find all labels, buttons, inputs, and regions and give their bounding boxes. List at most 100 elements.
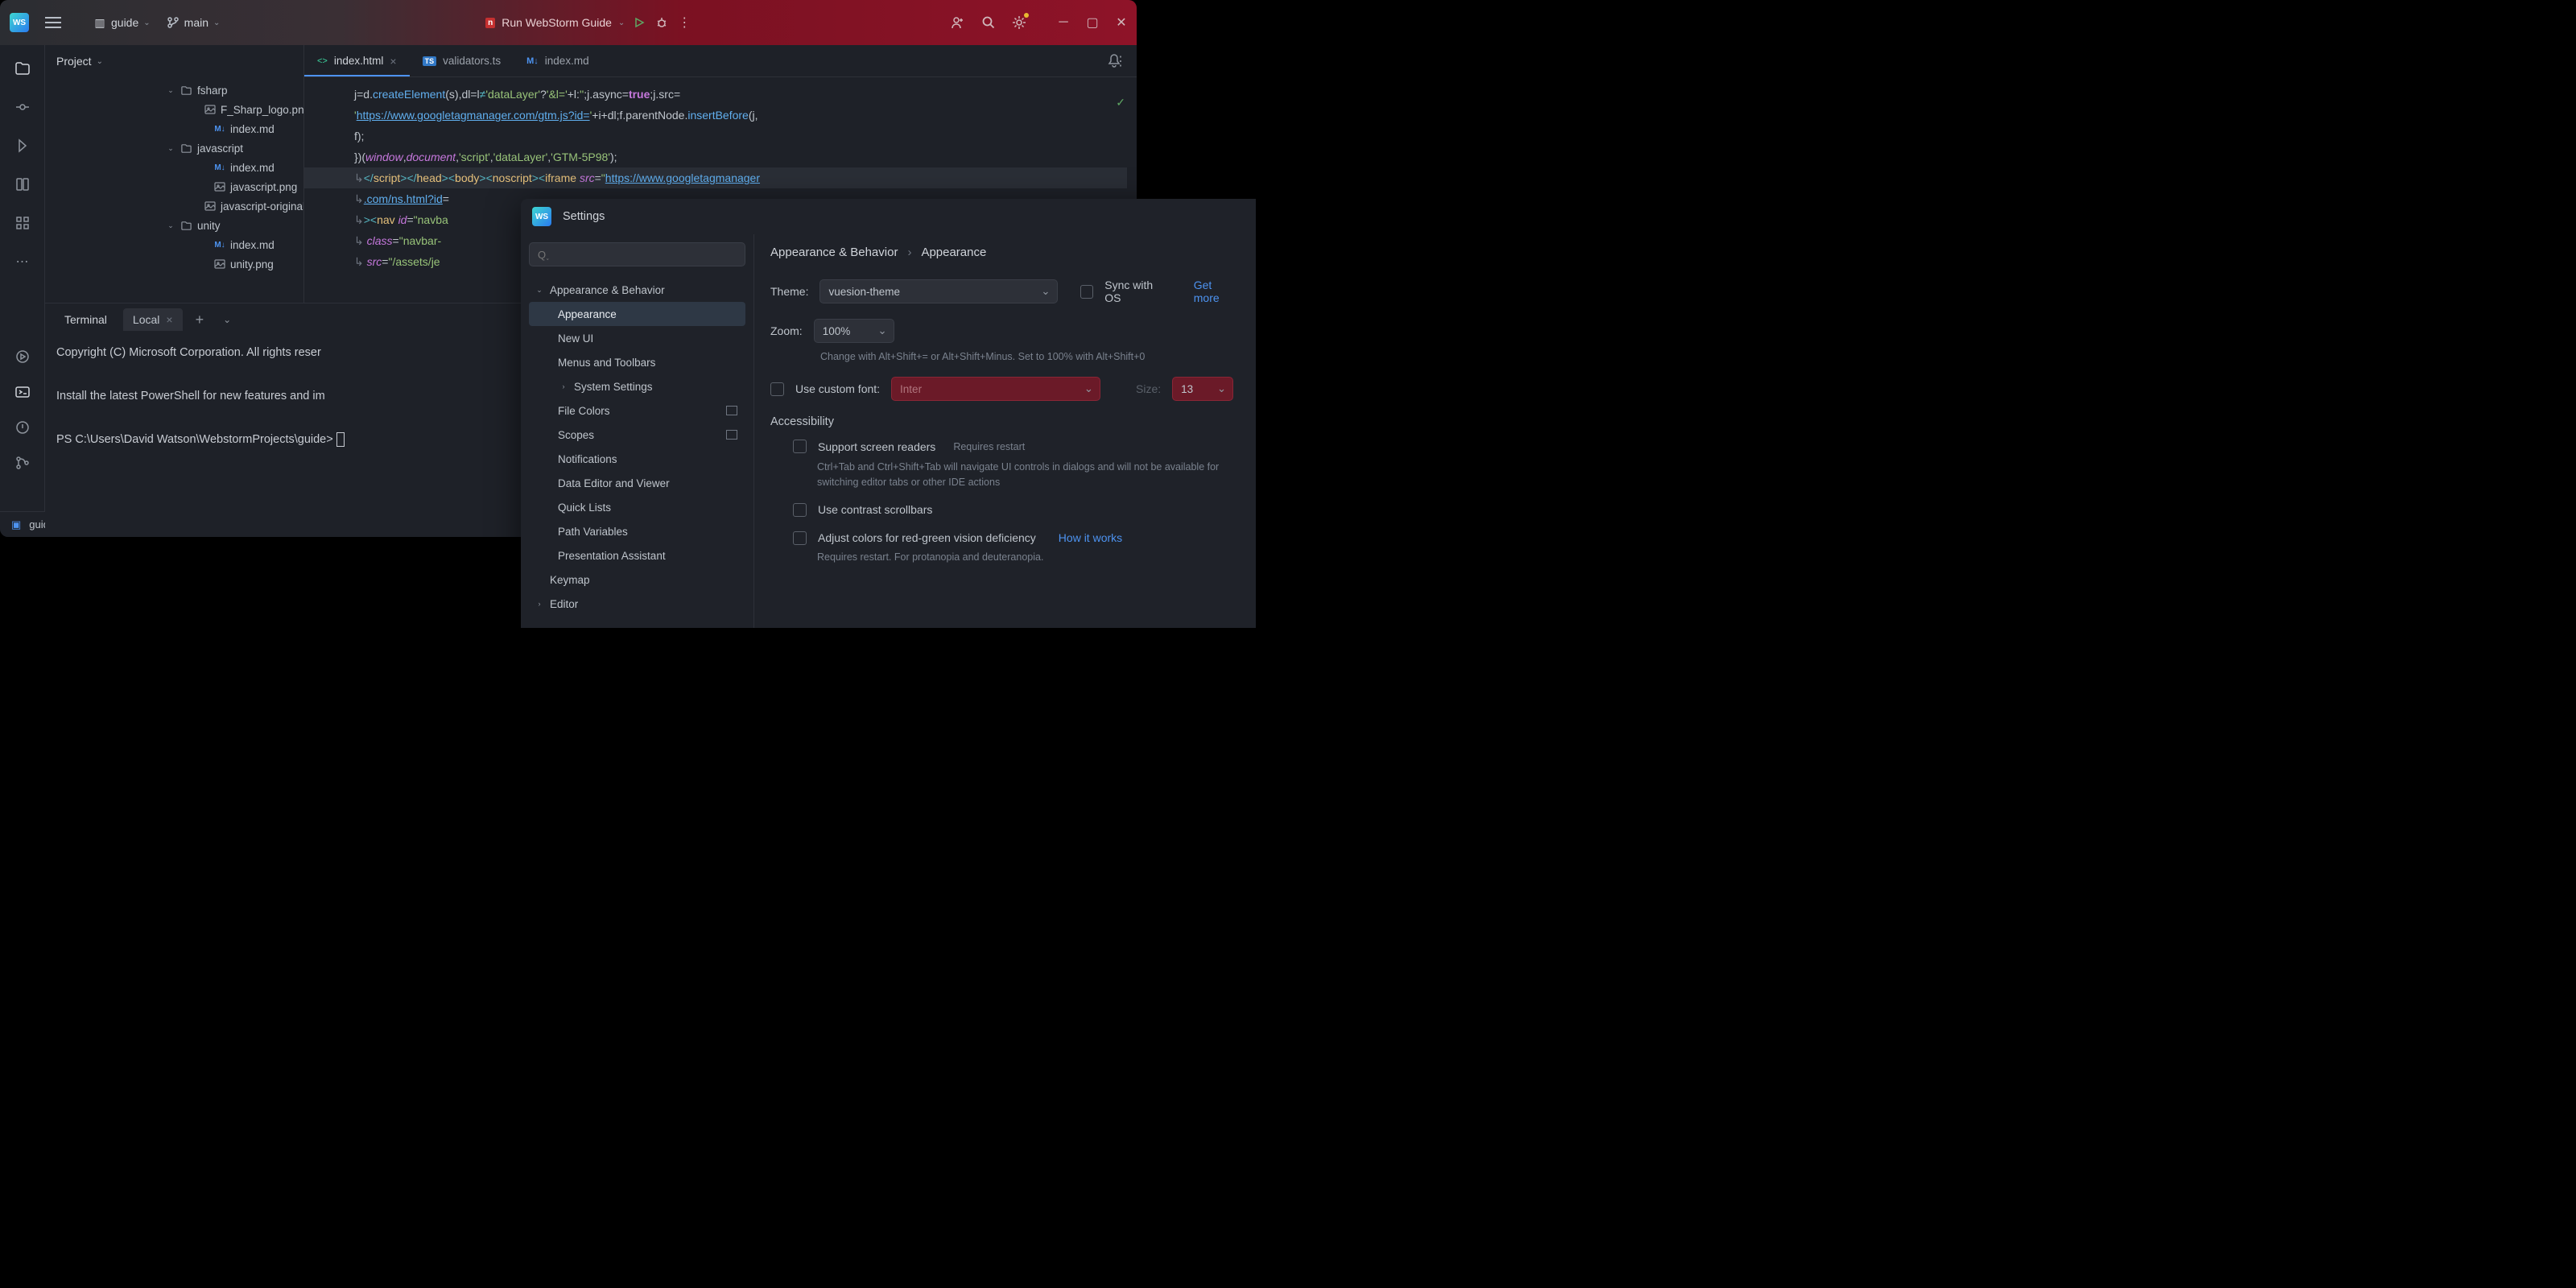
npm-icon: n — [485, 18, 495, 28]
settings-tree-item[interactable]: Data Editor and Viewer — [529, 471, 745, 495]
settings-tree-item[interactable]: Notifications — [529, 447, 745, 471]
zoom-label: Zoom: — [770, 324, 803, 337]
tree-folder[interactable]: ⌄fsharp — [45, 80, 303, 100]
main-menu-button[interactable] — [45, 17, 61, 28]
maximize-button[interactable]: ▢ — [1087, 17, 1098, 28]
vcs-tool-icon[interactable] — [14, 454, 31, 472]
settings-tree-item[interactable]: ›Editor — [529, 592, 745, 616]
settings-tree-item[interactable]: Quick Lists — [529, 495, 745, 519]
tool-window-bar-left-bottom — [0, 348, 45, 472]
project-panel-header[interactable]: Project ⌄ — [45, 45, 303, 77]
theme-select[interactable]: vuesion-theme — [819, 279, 1057, 303]
get-more-themes-link[interactable]: Get more — [1194, 279, 1240, 304]
services-tool-icon[interactable] — [14, 214, 31, 232]
run-tool-icon[interactable] — [14, 348, 31, 365]
settings-tree-item[interactable]: ›System Settings — [529, 374, 745, 398]
markdown-file-icon: M↓ — [214, 162, 225, 173]
more-tools-icon[interactable]: ⋯ — [14, 253, 31, 270]
project-tool-icon[interactable] — [14, 60, 31, 77]
contrast-scrollbars-checkbox[interactable] — [793, 503, 807, 517]
settings-breadcrumb: Appearance & Behavior › Appearance — [770, 246, 1240, 259]
close-icon[interactable]: × — [166, 313, 172, 326]
settings-tree-item[interactable]: New UI — [529, 326, 745, 350]
editor-tab[interactable]: M↓index.md — [514, 45, 601, 76]
run-configuration-selector[interactable]: n Run WebStorm Guide ⌄ — [485, 16, 625, 29]
terminal-tool-icon[interactable] — [14, 383, 31, 401]
branch-name: main — [184, 16, 208, 29]
panel-title: Project — [56, 55, 92, 68]
close-tab-icon[interactable]: × — [390, 55, 396, 68]
tree-file[interactable]: F_Sharp_logo.png — [45, 100, 303, 119]
new-terminal-button[interactable]: + — [189, 312, 211, 328]
settings-tree-item[interactable]: Presentation Assistant — [529, 543, 745, 568]
scope-badge-icon — [726, 430, 737, 440]
settings-dialog: WS Settings ⌄Appearance & BehaviorAppear… — [521, 199, 1256, 628]
settings-tree-item[interactable]: Menus and Toolbars — [529, 350, 745, 374]
settings-icon[interactable] — [1011, 14, 1027, 31]
tree-file[interactable]: M↓index.md — [45, 235, 303, 254]
how-it-works-link[interactable]: How it works — [1059, 531, 1122, 544]
adjust-colors-label: Adjust colors for red-green vision defic… — [818, 531, 1036, 544]
settings-tree-item[interactable]: File Colors — [529, 398, 745, 423]
pull-requests-icon[interactable] — [14, 137, 31, 155]
terminal-tool-label[interactable]: Terminal — [55, 308, 117, 331]
problems-tool-icon[interactable] — [14, 419, 31, 436]
project-icon: ▥ — [93, 16, 106, 29]
settings-search-input[interactable] — [529, 242, 745, 266]
chevron-icon: › — [534, 600, 545, 608]
module-icon: ▣ — [11, 518, 21, 531]
project-tree[interactable]: ⌄fsharpF_Sharp_logo.pngM↓index.md⌄javasc… — [45, 77, 303, 277]
chevron-down-icon: ⌄ — [97, 57, 103, 66]
tree-file[interactable]: javascript-original.svg — [45, 196, 303, 216]
adjust-colors-checkbox[interactable] — [793, 531, 807, 545]
screen-readers-hint: Ctrl+Tab and Ctrl+Shift+Tab will navigat… — [817, 460, 1240, 490]
tree-file[interactable]: javascript.png — [45, 177, 303, 196]
terminal-dropdown-button[interactable]: ⌄ — [217, 314, 237, 325]
tree-folder[interactable]: ⌄unity — [45, 216, 303, 235]
settings-tree-item[interactable]: Keymap — [529, 568, 745, 592]
folder-icon — [180, 85, 192, 97]
folder-icon — [180, 220, 192, 232]
chevron-icon: › — [558, 382, 569, 390]
minimize-button[interactable]: ─ — [1058, 17, 1069, 28]
notifications-icon[interactable] — [1106, 52, 1125, 71]
branch-icon — [167, 16, 180, 29]
settings-tree-item[interactable]: ⌄Appearance & Behavior — [529, 278, 745, 302]
tree-file[interactable]: unity.png — [45, 254, 303, 274]
tree-file[interactable]: M↓index.md — [45, 158, 303, 177]
font-size-select[interactable]: 13 — [1172, 377, 1233, 401]
tree-folder[interactable]: ⌄javascript — [45, 138, 303, 158]
scope-badge-icon — [726, 406, 737, 415]
font-select[interactable]: Inter — [891, 377, 1100, 401]
theme-label: Theme: — [770, 285, 808, 298]
markdown-file-icon: M↓ — [526, 56, 539, 66]
debug-button[interactable] — [654, 14, 670, 31]
custom-font-label: Use custom font: — [795, 382, 880, 395]
more-actions-button[interactable]: ⋮ — [676, 14, 692, 31]
vcs-branch-selector[interactable]: main ⌄ — [159, 13, 229, 32]
screen-readers-label: Support screen readers — [818, 440, 935, 453]
settings-sidebar: ⌄Appearance & BehaviorAppearanceNew UIMe… — [521, 234, 754, 628]
project-selector[interactable]: ▥ guide ⌄ — [85, 13, 159, 32]
typescript-file-icon: TS — [423, 56, 437, 66]
custom-font-checkbox[interactable] — [770, 382, 784, 396]
inspection-ok-icon[interactable]: ✓ — [1116, 92, 1125, 113]
editor-tab[interactable]: <>index.html× — [304, 45, 410, 76]
screen-readers-checkbox[interactable] — [793, 440, 807, 453]
editor-tab[interactable]: TSvalidators.ts — [410, 45, 514, 76]
settings-tree-item[interactable]: Scopes — [529, 423, 745, 447]
terminal-session-tab[interactable]: Local × — [123, 308, 183, 331]
zoom-select[interactable]: 100% — [814, 319, 894, 343]
run-button[interactable] — [631, 14, 647, 31]
sync-with-os-checkbox[interactable] — [1080, 285, 1094, 299]
close-button[interactable]: ✕ — [1116, 17, 1127, 28]
settings-tree-item[interactable]: Path Variables — [529, 519, 745, 543]
code-with-me-icon[interactable] — [950, 14, 966, 31]
contrast-scrollbars-label: Use contrast scrollbars — [818, 503, 932, 516]
settings-tree-item[interactable]: Appearance — [529, 302, 745, 326]
search-everywhere-icon[interactable] — [980, 14, 997, 31]
image-file-icon — [214, 258, 225, 270]
commit-tool-icon[interactable] — [14, 98, 31, 116]
structure-tool-icon[interactable] — [14, 175, 31, 193]
tree-file[interactable]: M↓index.md — [45, 119, 303, 138]
